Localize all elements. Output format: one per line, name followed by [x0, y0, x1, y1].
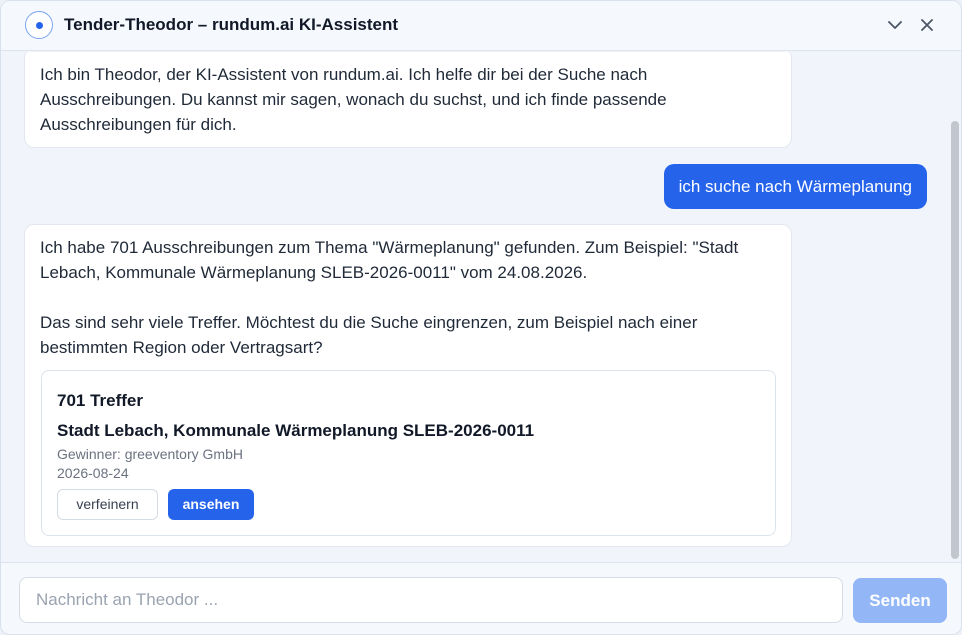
user-message: ich suche nach Wärmeplanung	[663, 164, 927, 209]
tender-title: Stadt Lebach, Kommunale Wärmeplanung SLE…	[57, 421, 535, 440]
view-button[interactable]: ansehen	[168, 489, 254, 520]
bot-message-text: Ich habe 701 Ausschreibungen zum Thema "…	[40, 238, 743, 282]
window-title: Tender-Theodor – rundum.ai KI-Assistent	[64, 15, 399, 34]
chevron-down-icon[interactable]	[884, 14, 906, 36]
assistant-dot-icon	[25, 11, 53, 39]
scrollbar-thumb[interactable]	[951, 121, 959, 559]
bot-message: Ich habe 701 Ausschreibungen zum Thema "…	[24, 224, 792, 547]
chat-window: Tender-Theodor – rundum.ai KI-Assistent …	[0, 0, 962, 635]
chat-header: Tender-Theodor – rundum.ai KI-Assistent	[1, 1, 961, 51]
result-card: 701 Treffer Stadt Lebach, Kommunale Wärm…	[41, 370, 776, 536]
bot-message-text: Ich bin Theodor, der KI-Assistent von ru…	[40, 65, 671, 134]
bot-message: Ich bin Theodor, der KI-Assistent von ru…	[24, 52, 792, 148]
refine-button[interactable]: verfeinern	[57, 489, 158, 520]
bot-message-text: Das sind sehr viele Treffer. Möchtest du…	[40, 313, 703, 357]
close-icon[interactable]	[916, 14, 938, 36]
message-input[interactable]	[19, 577, 843, 623]
message-list: Ich bin Theodor, der KI-Assistent von ru…	[1, 52, 947, 562]
composer: Senden	[1, 562, 961, 634]
send-button[interactable]: Senden	[853, 578, 947, 623]
result-count: 701 Treffer	[57, 391, 143, 410]
tender-date: 2026-08-24	[57, 465, 129, 481]
